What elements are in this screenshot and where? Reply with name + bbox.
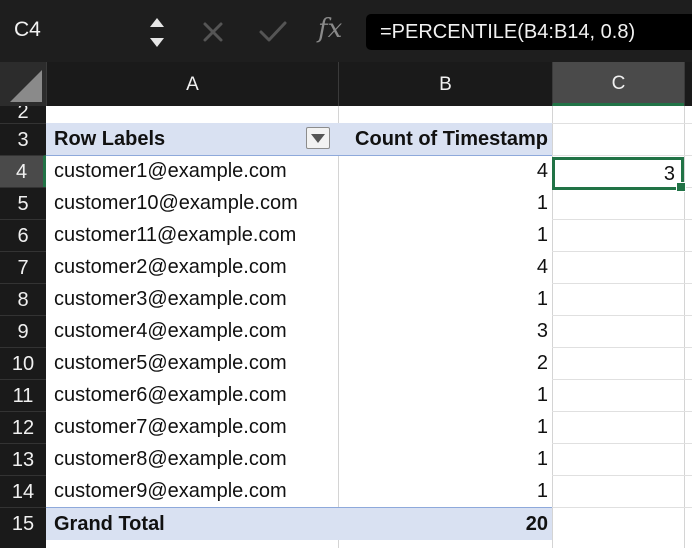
grid-line <box>552 155 692 156</box>
column-header-b[interactable]: B <box>338 62 552 106</box>
row-header-9[interactable]: 9 <box>0 315 46 347</box>
count-cell[interactable]: 4 <box>537 251 548 283</box>
formula-input[interactable]: =PERCENTILE(B4:B14, 0.8) <box>366 14 692 50</box>
enter-icon[interactable] <box>258 19 288 50</box>
grid-line <box>552 315 692 316</box>
row-label-cell[interactable]: customer7@example.com <box>54 411 287 443</box>
column-header-a[interactable]: A <box>46 62 338 106</box>
column-header-c[interactable]: C <box>552 62 684 106</box>
grid-line <box>552 411 692 412</box>
table-row: customer2@example.com 4 <box>46 251 552 283</box>
grid-line <box>552 475 692 476</box>
grand-total-value[interactable]: 20 <box>526 508 548 540</box>
table-row: customer3@example.com 1 <box>46 283 552 315</box>
grid-line <box>684 106 685 548</box>
count-cell[interactable]: 1 <box>537 379 548 411</box>
row-label-cell[interactable]: customer1@example.com <box>54 155 287 187</box>
row-label-cell[interactable]: customer10@example.com <box>54 187 298 219</box>
row-header-11[interactable]: 11 <box>0 379 46 411</box>
grid-line <box>552 283 692 284</box>
count-cell[interactable]: 1 <box>537 411 548 443</box>
row-label-cell[interactable]: customer3@example.com <box>54 283 287 315</box>
table-row: customer5@example.com 2 <box>46 347 552 379</box>
grand-total-row: Grand Total 20 <box>46 507 552 540</box>
row-label-cell[interactable]: customer4@example.com <box>54 315 287 347</box>
formula-bar: C4 fx =PERCENTILE(B4:B14, 0.8) <box>0 0 692 62</box>
column-header-d[interactable] <box>684 62 692 106</box>
count-cell[interactable]: 1 <box>537 187 548 219</box>
table-row: customer1@example.com 4 <box>46 155 552 187</box>
row-header-12[interactable]: 12 <box>0 411 46 443</box>
grid-line <box>552 507 692 508</box>
table-row: customer4@example.com 3 <box>46 315 552 347</box>
row-header-10[interactable]: 10 <box>0 347 46 379</box>
sheet-grid[interactable]: Row Labels Count of Timestamp customer1@… <box>46 106 692 548</box>
fill-handle[interactable] <box>676 182 686 192</box>
count-cell[interactable]: 1 <box>537 443 548 475</box>
grand-total-label[interactable]: Grand Total <box>54 508 165 540</box>
row-header-7[interactable]: 7 <box>0 251 46 283</box>
grid-line <box>552 347 692 348</box>
selected-cell-value: 3 <box>663 163 675 185</box>
row-header-8[interactable]: 8 <box>0 283 46 315</box>
row-header-14[interactable]: 14 <box>0 475 46 507</box>
row-header-5[interactable]: 5 <box>0 187 46 219</box>
select-all-icon[interactable] <box>0 62 46 106</box>
table-row: customer6@example.com 1 <box>46 379 552 411</box>
selected-cell-c4[interactable]: 3 <box>552 157 684 190</box>
pivot-header-row: Row Labels Count of Timestamp <box>46 123 552 156</box>
count-cell[interactable]: 2 <box>537 347 548 379</box>
column-header-bar: A B C <box>0 62 692 106</box>
count-cell[interactable]: 1 <box>537 475 548 507</box>
stepper-icon[interactable] <box>146 10 168 54</box>
formula-text: =PERCENTILE(B4:B14, 0.8) <box>380 21 636 43</box>
name-box[interactable]: C4 <box>14 18 41 42</box>
row-header-3[interactable]: 3 <box>0 123 46 155</box>
grid-line <box>552 379 692 380</box>
count-cell[interactable]: 3 <box>537 315 548 347</box>
table-row: customer9@example.com 1 <box>46 475 552 507</box>
table-row: customer8@example.com 1 <box>46 443 552 475</box>
grid-line <box>552 219 692 220</box>
table-row: customer11@example.com 1 <box>46 219 552 251</box>
row-label-cell[interactable]: customer6@example.com <box>54 379 287 411</box>
row-header-2[interactable]: 2 <box>0 106 46 118</box>
filter-dropdown-icon[interactable] <box>306 127 330 149</box>
grid-line <box>552 443 692 444</box>
table-row: customer10@example.com 1 <box>46 187 552 219</box>
count-cell[interactable]: 1 <box>537 283 548 315</box>
row-labels-header[interactable]: Row Labels <box>54 123 165 155</box>
row-label-cell[interactable]: customer11@example.com <box>54 219 296 251</box>
insert-function-icon[interactable]: fx <box>318 14 342 44</box>
table-row: customer7@example.com 1 <box>46 411 552 443</box>
row-label-cell[interactable]: customer5@example.com <box>54 347 287 379</box>
row-header-13[interactable]: 13 <box>0 443 46 475</box>
row-header-6[interactable]: 6 <box>0 219 46 251</box>
cancel-icon[interactable] <box>200 19 226 50</box>
row-header-15[interactable]: 15 <box>0 507 46 539</box>
row-header-bar: 2 3 4 5 6 7 8 9 10 11 12 13 14 15 <box>0 106 46 548</box>
count-header[interactable]: Count of Timestamp <box>355 123 548 155</box>
count-cell[interactable]: 1 <box>537 219 548 251</box>
count-cell[interactable]: 4 <box>537 155 548 187</box>
grid-line <box>552 251 692 252</box>
grid-line <box>552 123 692 124</box>
row-header-4[interactable]: 4 <box>0 155 46 187</box>
row-label-cell[interactable]: customer2@example.com <box>54 251 287 283</box>
row-label-cell[interactable]: customer8@example.com <box>54 443 287 475</box>
row-label-cell[interactable]: customer9@example.com <box>54 475 287 507</box>
